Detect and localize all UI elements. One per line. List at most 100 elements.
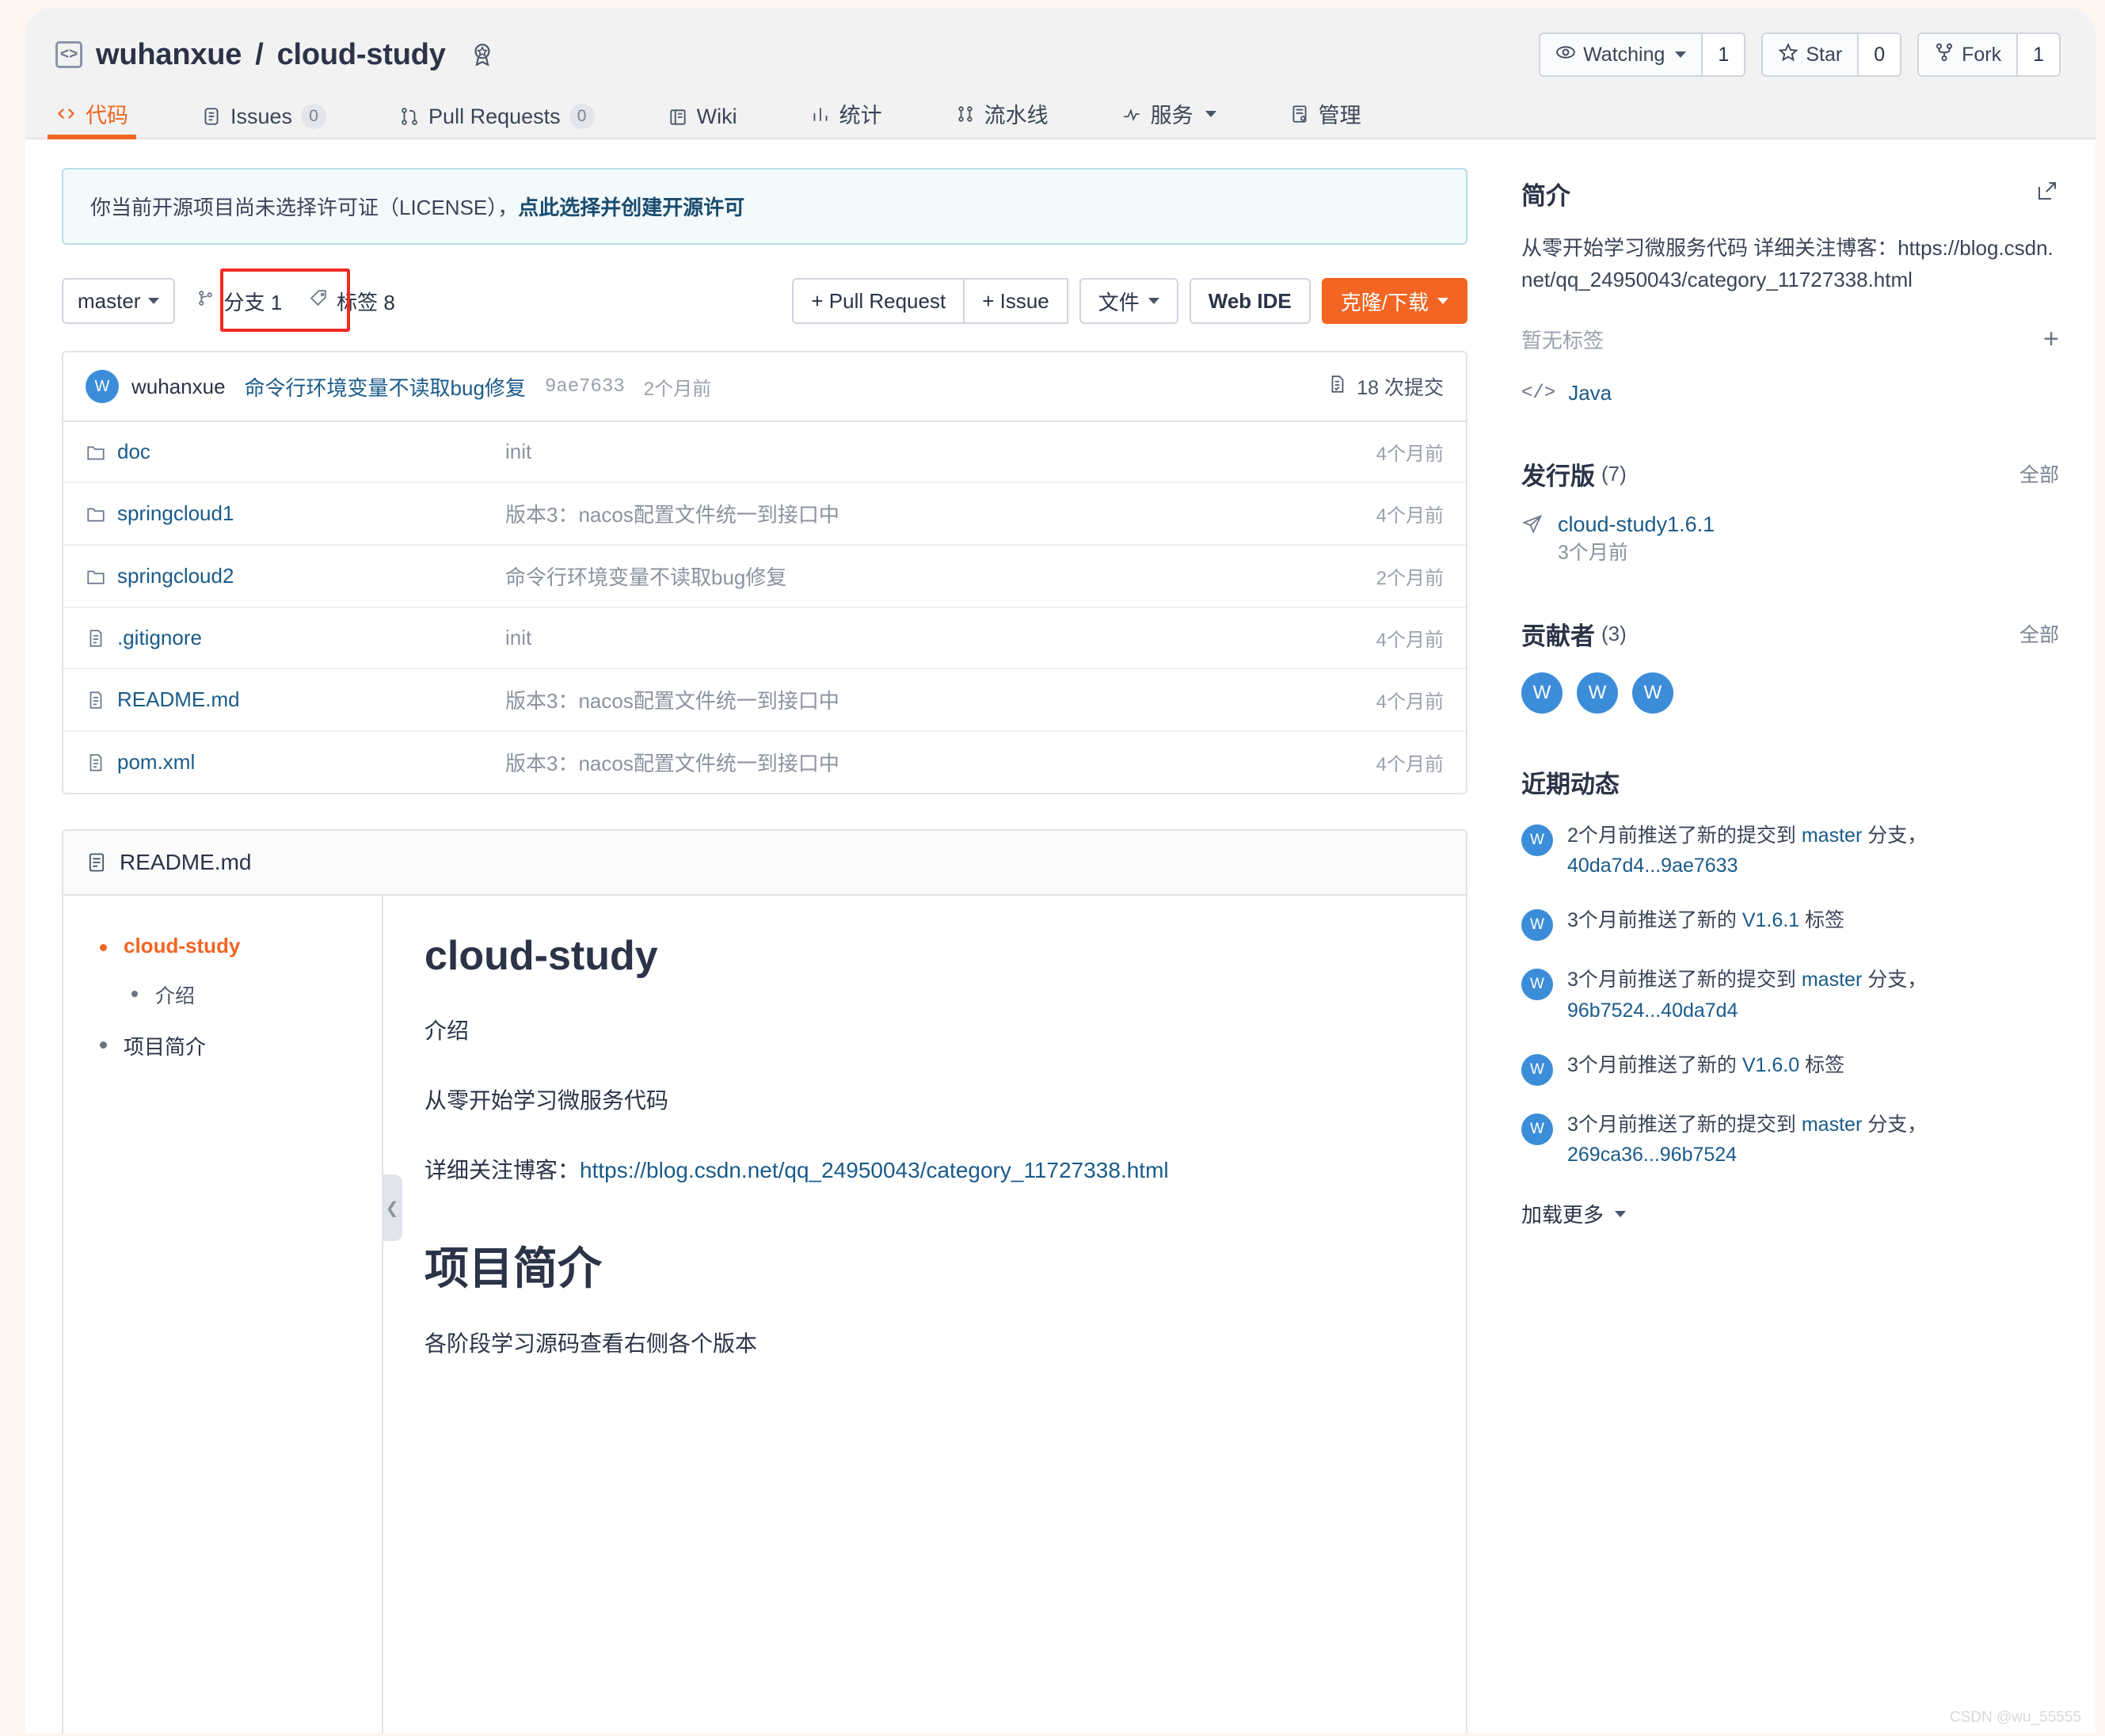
activity-commit-link[interactable]: 96b7524...40da7d4: [1567, 999, 1738, 1022]
about-title: 简介: [1521, 176, 1570, 211]
branches-link[interactable]: 分支 1: [196, 287, 282, 316]
commit-count-link[interactable]: 18 次提交: [1327, 372, 1444, 401]
chevron-left-icon: ❮: [386, 1198, 399, 1218]
file-icon: [86, 690, 106, 710]
files-dropdown-button[interactable]: 文件: [1079, 278, 1178, 324]
branch-selector-label: master: [78, 289, 140, 314]
watch-button[interactable]: Watching: [1540, 34, 1703, 75]
releases-header: 发行版 (7) 全部: [1521, 456, 2059, 492]
tab-manage[interactable]: 管理: [1289, 98, 1361, 138]
contributors-all-link[interactable]: 全部: [2019, 619, 2059, 648]
activity-commit-link[interactable]: 269ca36...96b7524: [1567, 1144, 1737, 1166]
table-row[interactable]: pom.xml 版本3：nacos配置文件统一到接口中 4个月前: [63, 732, 1466, 793]
commit-count-label: 18 次提交: [1357, 372, 1444, 401]
main-column: 你当前开源项目尚未选择许可证（LICENSE），点此选择并创建开源许可 mast…: [25, 139, 1486, 1733]
page-body: 你当前开源项目尚未选择许可证（LICENSE），点此选择并创建开源许可 mast…: [25, 139, 2095, 1733]
activity-branch-link[interactable]: master: [1802, 824, 1862, 847]
tab-pull-requests[interactable]: Pull Requests 0: [399, 104, 595, 138]
file-link[interactable]: .gitignore: [117, 626, 202, 650]
avatar[interactable]: W: [1521, 909, 1553, 941]
tab-code[interactable]: 代码: [55, 98, 128, 138]
commit-author[interactable]: wuhanxue: [131, 375, 226, 399]
release-name[interactable]: cloud-study1.6.1: [1558, 512, 1715, 536]
branch-selector[interactable]: master: [62, 278, 175, 324]
table-row[interactable]: springcloud1 版本3：nacos配置文件统一到接口中 4个月前: [63, 483, 1466, 546]
activity-tag-link[interactable]: V1.6.0: [1742, 1054, 1799, 1076]
toc-item-cloud-study[interactable]: cloud-study: [95, 934, 358, 958]
toc-collapse-handle[interactable]: ❮: [382, 1174, 402, 1241]
clone-download-button[interactable]: 克隆/下载: [1322, 278, 1467, 324]
watch-button-group[interactable]: Watching 1: [1539, 32, 1745, 77]
release-item[interactable]: cloud-study1.6.1 3个月前: [1521, 512, 2059, 565]
contributors-title: 贡献者: [1521, 616, 1595, 652]
new-pull-request-button[interactable]: + Pull Request: [792, 278, 963, 324]
avatar[interactable]: W: [1521, 969, 1553, 1000]
create-license-link[interactable]: 点此选择并创建开源许可: [518, 196, 744, 219]
readme-blog-line: 详细关注博客：https://blog.csdn.net/qq_24950043…: [424, 1154, 1418, 1187]
tags-row: 暂无标签 +: [1521, 325, 2059, 354]
file-name-cell: springcloud1: [86, 501, 505, 526]
avatar[interactable]: W: [1577, 672, 1618, 714]
tab-wiki[interactable]: Wiki: [668, 105, 737, 138]
chevron-down-icon: [1437, 298, 1448, 304]
toc-item-intro[interactable]: 介绍: [127, 980, 358, 1009]
activity-tag-link[interactable]: V1.6.1: [1742, 909, 1799, 931]
file-commit-desc: init: [505, 626, 1293, 650]
activity-mid: 分支，: [1862, 969, 1927, 991]
activity-commit-link[interactable]: 40da7d4...9ae7633: [1567, 855, 1738, 877]
tab-services[interactable]: 服务: [1121, 98, 1216, 138]
star-button[interactable]: Star: [1763, 34, 1859, 75]
file-link[interactable]: springcloud1: [117, 501, 234, 526]
chevron-down-icon: [1615, 1211, 1626, 1217]
fork-button[interactable]: Fork: [1919, 34, 2018, 75]
tab-pipeline[interactable]: 流水线: [955, 98, 1049, 138]
table-row[interactable]: README.md 版本3：nacos配置文件统一到接口中 4个月前: [63, 669, 1466, 732]
repo-name[interactable]: cloud-study: [277, 38, 446, 72]
readme-blog-link[interactable]: https://blog.csdn.net/qq_24950043/catego…: [580, 1158, 1169, 1182]
tags-link[interactable]: 标签 8: [309, 287, 395, 316]
avatar[interactable]: W: [1521, 824, 1553, 856]
table-row[interactable]: doc init 4个月前: [63, 422, 1466, 483]
award-badge-icon[interactable]: [469, 41, 496, 68]
plus-icon[interactable]: +: [2043, 326, 2059, 352]
star-button-group[interactable]: Star 0: [1761, 32, 1901, 77]
activity-branch-link[interactable]: master: [1802, 1114, 1862, 1136]
repo-owner[interactable]: wuhanxue: [96, 38, 242, 72]
avatar[interactable]: W: [1521, 1114, 1553, 1145]
table-row[interactable]: .gitignore init 4个月前: [63, 608, 1466, 669]
commit-message[interactable]: 命令行环境变量不读取bug修复: [245, 372, 526, 402]
file-link[interactable]: pom.xml: [117, 750, 195, 775]
tab-issues[interactable]: Issues 0: [201, 104, 326, 138]
code-icon: [55, 103, 77, 124]
avatar[interactable]: W: [86, 370, 119, 403]
table-row[interactable]: springcloud2 命令行环境变量不读取bug修复 2个月前: [63, 546, 1466, 608]
avatar[interactable]: W: [1521, 1054, 1553, 1086]
branches-label: 分支 1: [223, 287, 282, 316]
releases-count: (7): [1601, 462, 1627, 486]
avatar[interactable]: W: [1521, 672, 1563, 714]
new-issue-button[interactable]: + Issue: [963, 278, 1068, 324]
file-commit-desc: 版本3：nacos配置文件统一到接口中: [505, 685, 1293, 714]
toolbar-actions: + Pull Request + Issue 文件 Web IDE 克隆/下载: [792, 278, 1467, 324]
document-icon: [86, 851, 108, 874]
load-more-button[interactable]: 加载更多: [1521, 1199, 2059, 1228]
fork-button-group[interactable]: Fork 1: [1917, 32, 2061, 77]
releases-all-link[interactable]: 全部: [2019, 459, 2059, 488]
breadcrumb-separator: /: [255, 38, 263, 72]
book-icon: [668, 107, 688, 128]
commit-sha[interactable]: 9ae7633: [545, 376, 625, 398]
file-link[interactable]: springcloud2: [117, 564, 234, 588]
avatar[interactable]: W: [1632, 672, 1673, 714]
edit-icon[interactable]: [2035, 179, 2059, 208]
file-time: 4个月前: [1293, 748, 1444, 776]
toc-item-project-intro[interactable]: 项目简介: [95, 1031, 358, 1060]
file-link[interactable]: doc: [117, 440, 150, 464]
tab-statistics[interactable]: 统计: [810, 98, 882, 138]
language-row[interactable]: </> Java: [1521, 381, 2059, 405]
web-ide-button[interactable]: Web IDE: [1190, 278, 1311, 324]
activity-branch-link[interactable]: master: [1802, 969, 1862, 991]
contributors-section: 贡献者 (3) 全部 W W W: [1521, 616, 2059, 714]
watch-count: 1: [1703, 34, 1744, 75]
file-time: 4个月前: [1293, 624, 1444, 652]
file-link[interactable]: README.md: [117, 687, 240, 712]
